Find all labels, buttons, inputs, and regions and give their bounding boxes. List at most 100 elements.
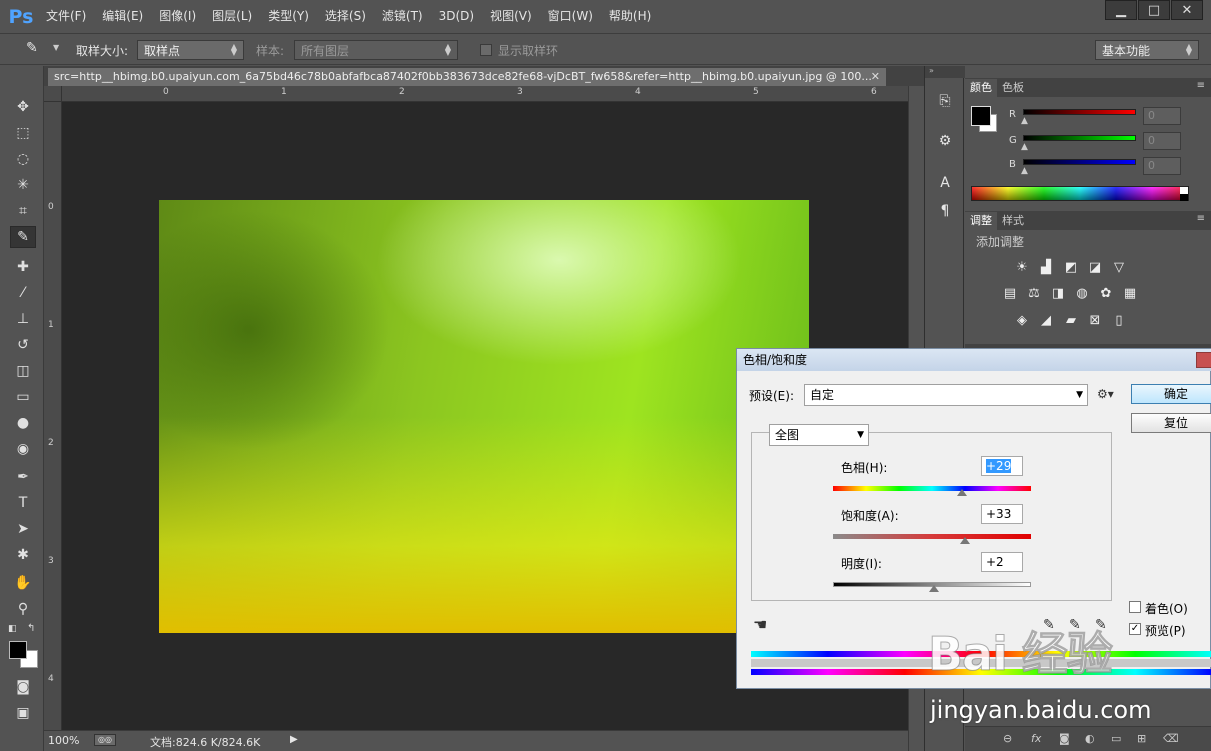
restore-button[interactable]: □ (1138, 0, 1170, 20)
new-layer-icon[interactable]: ⊞ (1137, 732, 1146, 745)
adjustment-layer-icon[interactable]: ◐ (1085, 732, 1095, 745)
type-tool-icon[interactable]: T (10, 492, 36, 514)
group-icon[interactable]: ▭ (1111, 732, 1121, 745)
doc-info-icon[interactable]: ◎◎ (94, 734, 116, 746)
color-lookup-icon[interactable]: ▦ (1121, 285, 1139, 301)
menu-type[interactable]: 类型(Y) (260, 0, 317, 33)
layer-mask-icon[interactable]: ◙ (1059, 732, 1070, 745)
sample-size-select[interactable]: 取样点 ▲ ▼ (137, 40, 244, 60)
saturation-slider[interactable] (833, 534, 1031, 539)
hue-slider-thumb[interactable] (956, 489, 967, 496)
colorize-checkbox[interactable] (1129, 601, 1141, 613)
blue-slider[interactable] (1023, 159, 1136, 165)
healing-brush-tool-icon[interactable]: ✚ (10, 256, 36, 278)
selective-color-icon[interactable]: ⊠ (1086, 312, 1104, 328)
fx-icon[interactable]: fx (1031, 732, 1041, 745)
hand-tool-icon[interactable]: ✋ (10, 572, 36, 594)
stamp-tool-icon[interactable]: ⊥ (10, 308, 36, 330)
levels-icon[interactable]: ▟ (1037, 259, 1055, 275)
paragraph-panel-icon[interactable]: ¶ (934, 200, 956, 222)
gradient-tool-icon[interactable]: ▭ (10, 386, 36, 408)
eyedropper-icon[interactable]: ✎ (26, 40, 38, 56)
tab-color[interactable]: 颜色 (965, 79, 997, 97)
photo-filter-icon[interactable]: ◍ (1073, 285, 1091, 301)
horizontal-ruler[interactable]: 0 1 2 3 4 5 6 (62, 86, 908, 102)
move-tool-icon[interactable]: ✥ (10, 96, 36, 118)
eraser-tool-icon[interactable]: ◫ (10, 360, 36, 382)
magic-wand-tool-icon[interactable]: ✳ (10, 174, 36, 196)
sample-select[interactable]: 所有图层 ▲ ▼ (294, 40, 458, 60)
hue-slider[interactable] (833, 486, 1031, 491)
blur-tool-icon[interactable]: ● (10, 412, 36, 434)
slider-thumb-icon[interactable]: ▲ (1021, 116, 1028, 126)
pen-tool-icon[interactable]: ✒ (10, 466, 36, 488)
default-colors-icon[interactable]: ◧ (8, 624, 17, 634)
vibrance-icon[interactable]: ▽ (1110, 259, 1128, 275)
quick-mask-icon[interactable]: ◙ (10, 676, 36, 698)
slider-thumb-icon[interactable]: ▲ (1021, 142, 1028, 152)
gradient-map-icon[interactable]: ▯ (1110, 312, 1128, 328)
invert-icon[interactable]: ◈ (1013, 312, 1031, 328)
color-balance-icon[interactable]: ⚖ (1025, 285, 1043, 301)
exposure-icon[interactable]: ◪ (1086, 259, 1104, 275)
foreground-color-swatch[interactable] (9, 641, 27, 659)
document-tab[interactable]: src=http__hbimg.b0.upaiyun.com_6a75bd46c… (48, 68, 886, 86)
tab-adjustments[interactable]: 调整 (965, 212, 997, 230)
channel-select[interactable]: 全图 ▼ (769, 424, 869, 446)
history-brush-tool-icon[interactable]: ↺ (10, 334, 36, 356)
hue-saturation-icon[interactable]: ▤ (1001, 285, 1019, 301)
menu-window[interactable]: 窗口(W) (540, 0, 601, 33)
menu-image[interactable]: 图像(I) (151, 0, 204, 33)
marquee-tool-icon[interactable]: ⬚ (10, 122, 36, 144)
blue-value-input[interactable]: 0 (1143, 157, 1181, 175)
lasso-tool-icon[interactable]: ◌ (10, 148, 36, 170)
dialog-close-button[interactable] (1196, 352, 1211, 368)
curves-icon[interactable]: ◩ (1062, 259, 1080, 275)
slider-thumb-icon[interactable]: ▲ (1021, 166, 1028, 176)
saturation-input[interactable]: +33 (981, 504, 1023, 524)
zoom-level[interactable]: 100% (48, 734, 79, 747)
color-spectrum-bar[interactable] (971, 186, 1189, 201)
green-value-input[interactable]: 0 (1143, 132, 1181, 150)
status-menu-arrow-icon[interactable]: ▶ (290, 734, 298, 745)
lightness-slider-thumb[interactable] (928, 585, 939, 592)
menu-help[interactable]: 帮助(H) (601, 0, 659, 33)
zoom-tool-icon[interactable]: ⚲ (10, 598, 36, 620)
close-tab-icon[interactable]: ✕ (871, 68, 880, 86)
swap-colors-icon[interactable]: ↰ (27, 623, 35, 634)
minimize-button[interactable]: ▁ (1105, 0, 1137, 20)
menu-select[interactable]: 选择(S) (317, 0, 374, 33)
red-value-input[interactable]: 0 (1143, 107, 1181, 125)
vertical-ruler[interactable]: 0 1 2 3 4 (44, 102, 62, 730)
menu-file[interactable]: 文件(F) (38, 0, 94, 33)
eyedropper-tool-icon[interactable]: ✎ (10, 226, 36, 248)
green-slider[interactable] (1023, 135, 1136, 141)
tab-swatches[interactable]: 色板 (997, 79, 1029, 97)
show-ring-checkbox[interactable] (480, 44, 492, 56)
shape-tool-icon[interactable]: ✱ (10, 544, 36, 566)
tool-preset-arrow-icon[interactable]: ▼ (53, 43, 59, 52)
preset-options-icon[interactable]: ⚙▾ (1097, 387, 1114, 401)
brush-tool-icon[interactable]: ⁄ (10, 282, 36, 304)
workspace-select[interactable]: 基本功能 ▲ ▼ (1095, 40, 1199, 60)
collapse-icon[interactable]: » (925, 66, 965, 78)
ok-button[interactable]: 确定 (1131, 384, 1211, 404)
crop-tool-icon[interactable]: ⌗ (10, 200, 36, 222)
threshold-icon[interactable]: ▰ (1062, 312, 1080, 328)
dialog-title[interactable]: 色相/饱和度 (737, 349, 1211, 371)
tab-styles[interactable]: 样式 (997, 212, 1029, 230)
brightness-icon[interactable]: ☀ (1013, 259, 1031, 275)
posterize-icon[interactable]: ◢ (1037, 312, 1055, 328)
dodge-tool-icon[interactable]: ◉ (10, 438, 36, 460)
menu-edit[interactable]: 编辑(E) (94, 0, 151, 33)
link-layers-icon[interactable]: ⊖ (1003, 732, 1012, 745)
black-white-icon[interactable]: ◨ (1049, 285, 1067, 301)
properties-panel-icon[interactable]: ⚙ (934, 130, 956, 152)
targeted-adjustment-hand-icon[interactable]: ☚ (753, 615, 767, 634)
foreground-color-swatch[interactable] (971, 106, 991, 126)
hue-input[interactable]: +29 (981, 456, 1023, 476)
panel-menu-icon[interactable]: ≡ (1197, 213, 1205, 224)
menu-3d[interactable]: 3D(D) (431, 0, 482, 33)
reset-button[interactable]: 复位 (1131, 413, 1211, 433)
menu-filter[interactable]: 滤镜(T) (374, 0, 431, 33)
